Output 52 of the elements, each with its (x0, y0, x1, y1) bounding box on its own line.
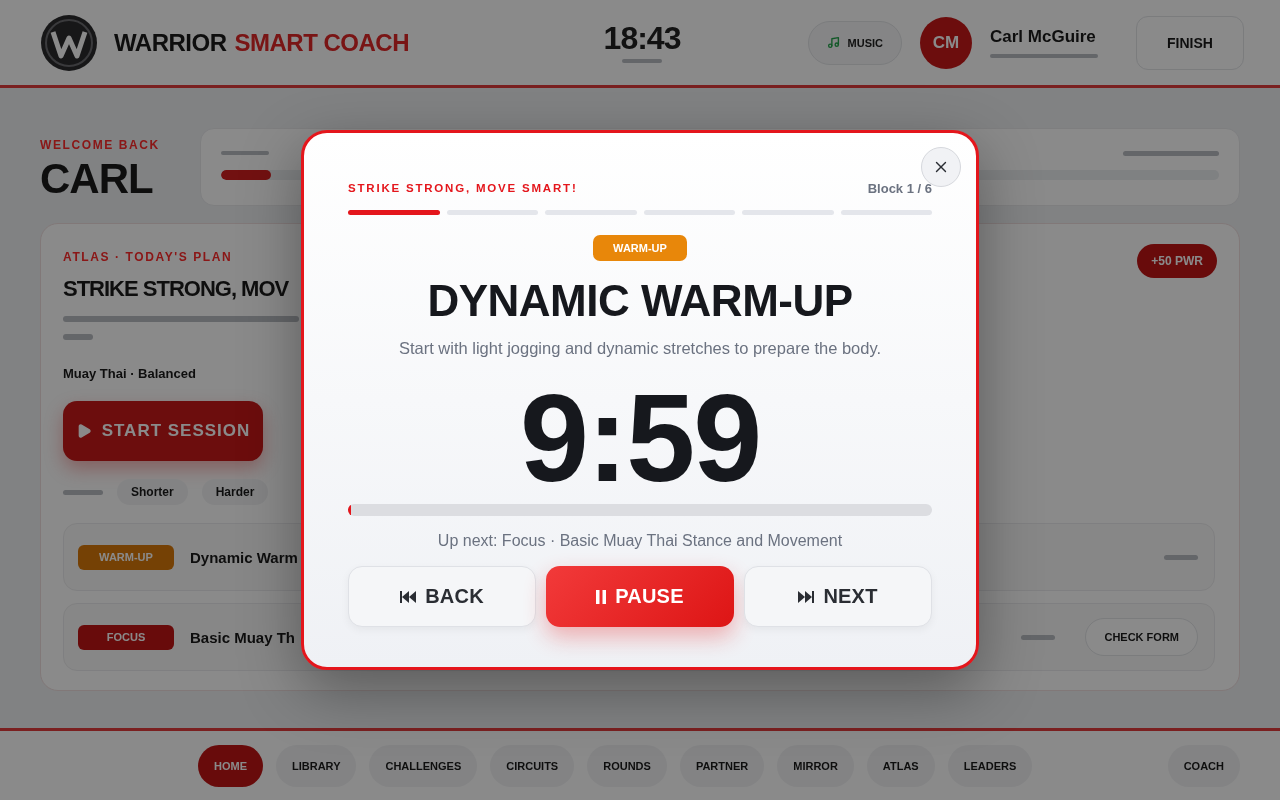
music-button[interactable]: MUSIC (807, 20, 902, 65)
coach-button[interactable]: COACH (1167, 744, 1240, 787)
logo-icon (40, 13, 98, 72)
finish-button[interactable]: FINISH (1136, 15, 1244, 70)
check-form-button[interactable]: CHECK FORM (1085, 618, 1198, 656)
brand-name: WARRIOR (114, 28, 227, 57)
block-type-tag: WARM-UP (593, 235, 687, 261)
plan-title: STRIKE STRONG, MOVE SMART! (348, 182, 578, 194)
plan-meta: Muay Thai · Balanced (63, 366, 196, 381)
user-name: Carl McGuire (990, 27, 1097, 47)
placeholder-bar (221, 151, 269, 155)
brand-subtitle: SMART COACH (234, 28, 409, 57)
nav-tab[interactable]: CHALLENGES (369, 744, 478, 787)
countdown-timer: 9:59 (519, 376, 761, 501)
nav-tab[interactable]: LEADERS (947, 744, 1033, 787)
block-title: Basic Muay Th (190, 628, 296, 646)
placeholder-bar (1021, 634, 1056, 640)
reward-badge: +50 PWR (1137, 244, 1217, 278)
music-note-icon (826, 36, 840, 49)
welcome-label: WELCOME BACK (40, 138, 160, 152)
pause-icon (596, 589, 607, 604)
clock-time: 18:43 (603, 22, 681, 54)
next-button[interactable]: NEXT (744, 566, 932, 628)
tweak-chip[interactable]: Harder (201, 479, 269, 505)
nav-tab[interactable]: CIRCUITS (490, 744, 575, 787)
nav-tab[interactable]: LIBRARY (276, 744, 357, 787)
placeholder-bar (63, 334, 93, 340)
placeholder-bar (63, 489, 103, 495)
skip-forward-icon (798, 590, 815, 603)
block-description: Start with light jogging and dynamic stretches to prepare the body. (398, 338, 882, 359)
skip-back-icon (400, 590, 417, 603)
user-first-name: CARL (40, 158, 153, 200)
tweak-chip[interactable]: Shorter (117, 479, 188, 505)
nav-tab[interactable]: ATLAS (866, 744, 935, 787)
avatar: CM (920, 16, 972, 69)
plan-label: ATLAS · TODAY'S PLAN (63, 250, 233, 264)
block-title: Dynamic Warm (190, 548, 298, 566)
nav-tab[interactable]: ROUNDS (587, 744, 667, 787)
up-next-text: Up next: Focus · Basic Muay Thai Stance and Movement (437, 532, 843, 551)
block-type-tag: FOCUS (78, 624, 174, 650)
nav-tab[interactable]: HOME (198, 744, 263, 787)
nav-tab[interactable]: MIRROR (777, 744, 854, 787)
back-button[interactable]: BACK (348, 566, 536, 628)
block-counter: Block 1 / 6 (867, 180, 932, 196)
placeholder-bar (622, 59, 662, 63)
placeholder-bar (1164, 554, 1198, 560)
start-session-button[interactable]: START SESSION (63, 401, 263, 461)
plan-title: STRIKE STRONG, MOV (63, 276, 289, 302)
block-title: DYNAMIC WARM-UP (427, 279, 853, 323)
nav-tab[interactable]: PARTNER (679, 744, 765, 787)
block-type-tag: WARM-UP (78, 544, 174, 570)
pause-button[interactable]: PAUSE (546, 566, 734, 628)
